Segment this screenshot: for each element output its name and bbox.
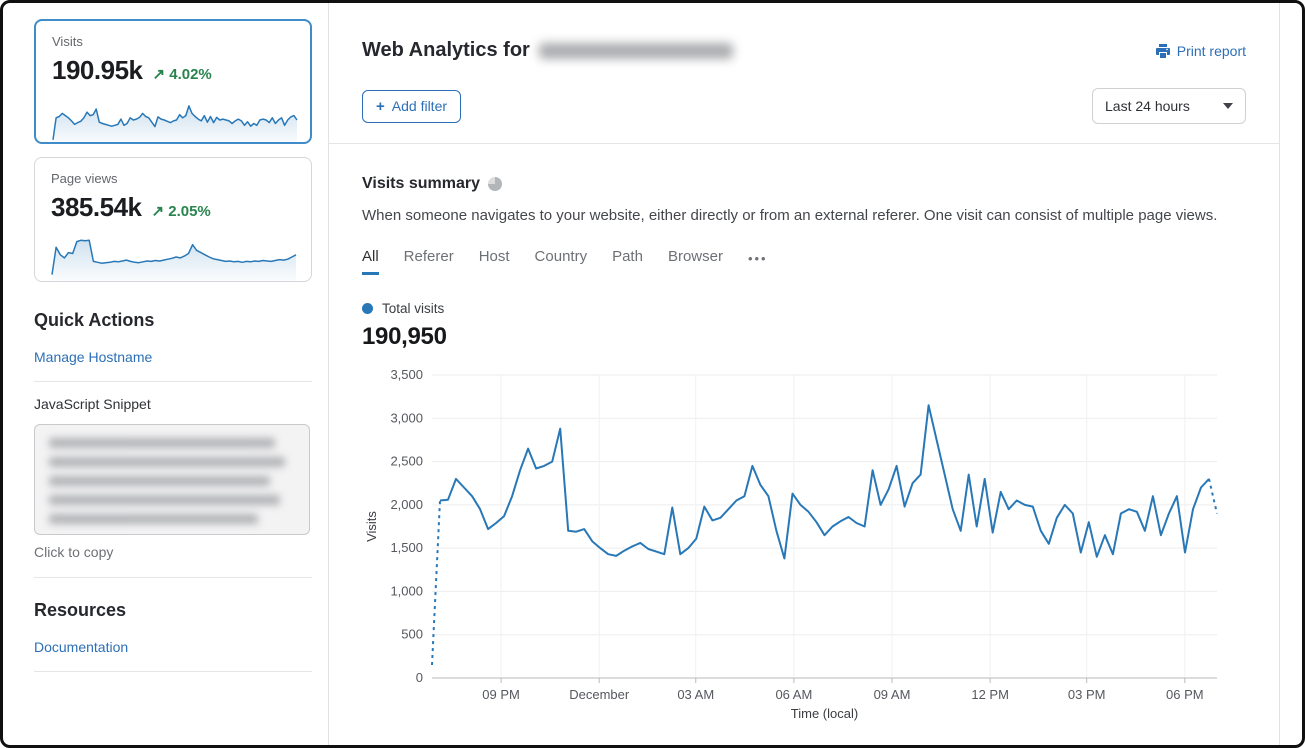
svg-text:03 AM: 03 AM	[677, 687, 714, 702]
visits-card-value: 190.95k	[52, 55, 142, 86]
visits-summary-description: When someone navigates to your website, …	[362, 207, 1246, 224]
sidebar: Visits 190.95k ↗ 4.02% Page views 385.54…	[34, 19, 312, 686]
summary-tabs: All Referer Host Country Path Browser ••…	[362, 248, 1246, 275]
chart-legend: Total visits	[362, 301, 1246, 316]
tab-referer[interactable]: Referer	[404, 248, 454, 275]
tab-country[interactable]: Country	[535, 248, 588, 275]
svg-text:3,000: 3,000	[390, 410, 423, 425]
tab-path[interactable]: Path	[612, 248, 643, 275]
quick-actions-title: Quick Actions	[34, 310, 312, 331]
svg-text:0: 0	[416, 670, 423, 685]
svg-text:3,500: 3,500	[390, 367, 423, 382]
visits-chart: 0 500 1,000 1,500 2,000 2,500 3,000 3,500 09 PM D…	[362, 363, 1246, 726]
legend-dot-icon	[362, 303, 373, 314]
page-title: Web Analytics for	[362, 39, 733, 62]
svg-text:1,000: 1,000	[390, 583, 423, 598]
divider	[34, 671, 312, 672]
legend-label: Total visits	[382, 301, 444, 316]
svg-text:09 PM: 09 PM	[482, 687, 520, 702]
javascript-snippet-label: JavaScript Snippet	[34, 396, 312, 412]
svg-text:12 PM: 12 PM	[971, 687, 1009, 702]
help-pie-icon[interactable]	[488, 177, 502, 191]
divider	[34, 381, 312, 382]
divider	[34, 577, 312, 578]
svg-text:06 PM: 06 PM	[1166, 687, 1204, 702]
more-tabs-ellipsis-icon[interactable]: •••	[748, 251, 768, 273]
visits-card-delta: ↗ 4.02%	[152, 65, 211, 83]
pageviews-card-label: Page views	[51, 171, 295, 186]
manage-hostname-link[interactable]: Manage Hostname	[34, 349, 152, 365]
svg-text:2,000: 2,000	[390, 497, 423, 512]
add-filter-button[interactable]: + Add filter	[362, 90, 461, 123]
svg-text:03 PM: 03 PM	[1068, 687, 1106, 702]
visits-sparkline	[52, 90, 298, 144]
svg-text:06 AM: 06 AM	[775, 687, 812, 702]
documentation-link[interactable]: Documentation	[34, 639, 128, 655]
tab-browser[interactable]: Browser	[668, 248, 723, 275]
javascript-snippet-code-box[interactable]	[34, 424, 310, 535]
pageviews-card-delta: ↗ 2.05%	[151, 202, 210, 220]
visits-summary-title: Visits summary	[362, 175, 480, 193]
svg-text:500: 500	[401, 627, 423, 642]
print-report-link[interactable]: Print report	[1155, 43, 1246, 59]
redacted-code-line	[49, 438, 275, 448]
redacted-code-line	[49, 476, 270, 486]
time-range-select[interactable]: Last 24 hours	[1092, 88, 1246, 124]
svg-text:09 AM: 09 AM	[874, 687, 911, 702]
svg-text:Time (local): Time (local)	[791, 706, 858, 721]
redacted-code-line	[49, 457, 285, 467]
plus-icon: +	[376, 98, 385, 115]
svg-text:1,500: 1,500	[390, 540, 423, 555]
visits-line-chart: 0 500 1,000 1,500 2,000 2,500 3,000 3,500 09 PM D…	[362, 363, 1222, 721]
svg-text:December: December	[569, 687, 630, 702]
svg-text:2,500: 2,500	[390, 454, 423, 469]
trend-up-icon: ↗	[152, 66, 165, 83]
tab-host[interactable]: Host	[479, 248, 510, 275]
redacted-code-line	[49, 495, 280, 505]
header-divider	[329, 143, 1279, 144]
total-visits-value: 190,950	[362, 323, 1246, 351]
redacted-domain	[539, 43, 733, 59]
trend-up-icon: ↗	[151, 203, 164, 220]
redacted-code-line	[49, 514, 258, 524]
visits-metric-card[interactable]: Visits 190.95k ↗ 4.02%	[34, 19, 312, 144]
pageviews-card-value: 385.54k	[51, 192, 141, 223]
tab-all[interactable]: All	[362, 248, 379, 275]
click-to-copy-hint: Click to copy	[34, 544, 312, 560]
svg-text:Visits: Visits	[364, 511, 379, 542]
resources-title: Resources	[34, 600, 312, 621]
app-window: Visits 190.95k ↗ 4.02% Page views 385.54…	[0, 0, 1305, 748]
chevron-down-icon	[1223, 103, 1233, 109]
pageviews-metric-card[interactable]: Page views 385.54k ↗ 2.05%	[34, 157, 312, 282]
pageviews-sparkline	[51, 227, 297, 282]
printer-icon	[1155, 43, 1171, 59]
visits-card-label: Visits	[52, 34, 294, 49]
main-panel: Web Analytics for Print report + Add fil…	[328, 3, 1280, 748]
